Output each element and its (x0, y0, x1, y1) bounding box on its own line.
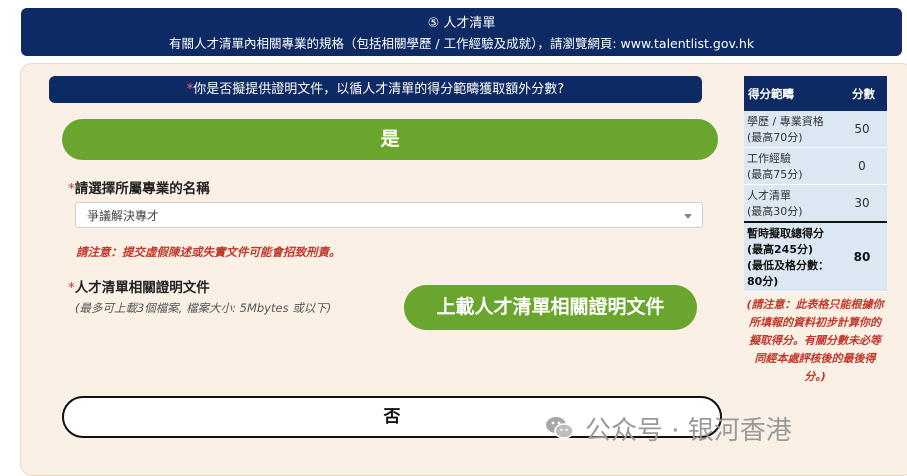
table-row: 學歷 / 專業資格 (最高70分) 50 (744, 111, 887, 148)
section-subtitle: 有關人才清單內相關專業的規格（包括相關學歷 / 工作經驗及成就），請瀏覽網頁: … (168, 36, 755, 51)
total-min: (最低及格分數：80分) (747, 259, 830, 288)
header-score: 分數 (837, 76, 887, 111)
section-header: ⑤ 人才清單 有關人才清單內相關專業的規格（包括相關學歷 / 工作經驗及成就），… (21, 8, 902, 56)
profession-label-text: 請選擇所屬專業的名稱 (74, 181, 210, 197)
chevron-down-icon (684, 214, 692, 219)
required-mark: * (68, 280, 75, 296)
score-table-header: 得分範疇 分數 (744, 76, 887, 111)
upload-documents-button[interactable]: 上載人才清單相關證明文件 (404, 285, 697, 330)
score-table: 得分範疇 分數 學歷 / 專業資格 (最高70分) 50 工作經驗 (最高75分) … (744, 76, 887, 292)
table-row: 工作經驗 (最高75分) 0 (744, 147, 887, 185)
row-max: (最高30分) (747, 205, 803, 218)
header-category: 得分範疇 (744, 76, 837, 111)
row-name: 學歷 / 專業資格 (747, 115, 824, 128)
total-row: 暫時擬取總得分 (最高245分) (最低及格分數：80分) 80 (744, 221, 887, 292)
row-name: 工作經驗 (747, 152, 791, 165)
row-max: (最高75分) (747, 168, 803, 181)
row-name: 人才清單 (747, 189, 791, 202)
watermark-text: 公众号 · 银河香港 (585, 415, 792, 446)
section-title: ⑤ 人才清單 (427, 16, 496, 31)
total-max: (最高245分) (747, 243, 814, 256)
row-score: 0 (837, 147, 887, 185)
upload-label: *人才清單相關證明文件 (68, 276, 210, 296)
question-text: 你是否擬提供證明文件，以循人才清單的得分範疇獲取額外分數? (193, 82, 565, 97)
row-category: 工作經驗 (最高75分) (744, 147, 837, 185)
total-name: 暫時擬取總得分 (747, 227, 824, 240)
row-score: 50 (837, 111, 887, 148)
row-category: 人才清單 (最高30分) (744, 184, 837, 223)
profession-select[interactable]: 爭議解決專才 (75, 202, 703, 228)
watermark: 公众号 · 银河香港 (545, 410, 792, 446)
score-note: (請注意：此表格只能根據你所填報的資料初步計算你的擬取得分。有關分數未必等同經本… (746, 298, 884, 383)
row-max: (最高70分) (747, 131, 803, 144)
question-bar: *你是否擬提供證明文件，以循人才清單的得分範疇獲取額外分數? (49, 76, 702, 103)
table-row: 人才清單 (最高30分) 30 (744, 184, 887, 223)
required-mark: * (68, 181, 75, 197)
wechat-icon (545, 415, 575, 441)
total-category: 暫時擬取總得分 (最高245分) (最低及格分數：80分) (744, 221, 837, 292)
yes-button[interactable]: 是 (62, 119, 718, 160)
upload-hint: (最多可上載3個檔案, 檔案大小: 5Mbytes 或以下) (75, 301, 332, 315)
row-score: 30 (837, 184, 887, 223)
total-score: 80 (837, 221, 887, 292)
profession-label: *請選擇所屬專業的名稱 (68, 177, 210, 197)
profession-selected-value: 爭議解決專才 (87, 209, 160, 223)
upload-label-text: 人才清單相關證明文件 (74, 280, 210, 296)
false-statement-warning: 請注意：提交虛假陳述或失實文件可能會招致刑責。 (76, 245, 341, 259)
row-category: 學歷 / 專業資格 (最高70分) (744, 111, 837, 148)
